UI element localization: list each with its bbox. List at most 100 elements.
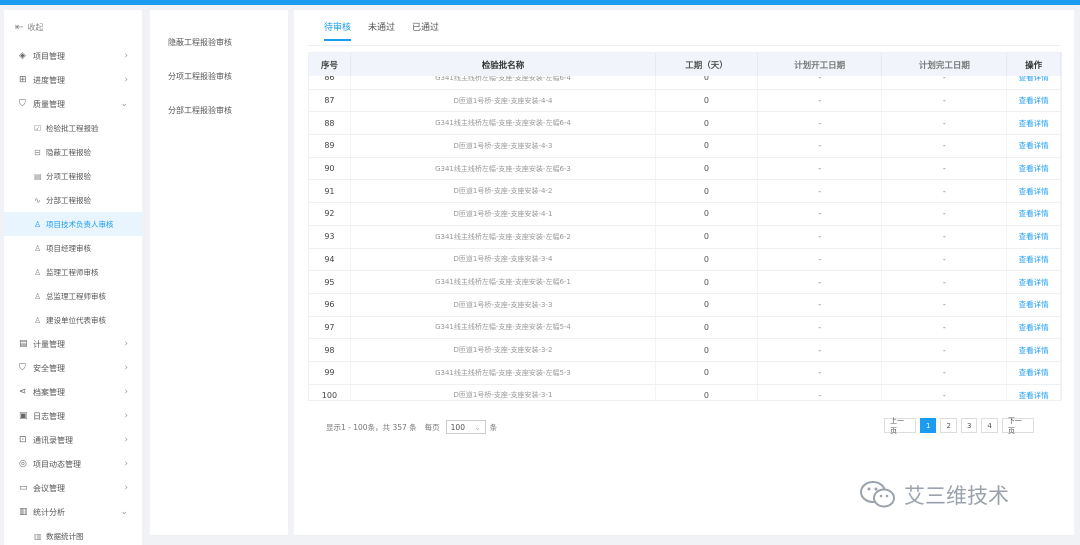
watermark-text: 艾三维技术 [904, 484, 1009, 508]
row-start-date: - [758, 384, 883, 400]
menu-icon: ▥ [19, 507, 28, 517]
view-details-link[interactable]: 查看详情 [1007, 112, 1061, 135]
sidebar-subitem-3[interactable]: ∿ 分部工程报验 [4, 188, 142, 212]
row-start-date: - [758, 89, 883, 112]
view-details-link[interactable]: 查看详情 [1007, 157, 1061, 180]
review-tabs: 待审核 未通过 已通过 [324, 20, 456, 41]
row-days: 0 [656, 316, 758, 339]
view-details-link[interactable]: 查看详情 [1007, 271, 1061, 293]
row-name: D匝道1号桥-支座-支座安装-4-4 [351, 89, 657, 112]
view-details-link[interactable]: 查看详情 [1007, 203, 1061, 225]
menu-icon: ▤ [19, 339, 28, 349]
sidebar-subitem-2[interactable]: ▤ 分项工程报验 [4, 164, 142, 188]
pagination-info: 显示1 - 100条，共 357 条 每页 100 ⌄ 条 [326, 420, 497, 434]
tab-0[interactable]: 待审核 [324, 20, 352, 41]
row-start-date: - [758, 203, 883, 225]
row-end-date: - [882, 271, 1008, 293]
collapse-icon: ⇤ [15, 21, 24, 33]
sidebar-subitem-8[interactable]: ♙ 建设单位代表审核 [4, 308, 142, 332]
row-days: 0 [656, 271, 758, 293]
sidebar-item-after-2[interactable]: ⋖ 档案管理 › [4, 380, 142, 404]
cube-icon: ◈ [19, 51, 26, 61]
view-details-link[interactable]: 查看详情 [1007, 248, 1061, 271]
next-page-button[interactable]: 下一页 [1001, 417, 1034, 435]
table-row: 94 D匝道1号桥-支座-支座安装-3-4 0- - 查看详情 [309, 248, 1061, 272]
sidebar-subitem-1[interactable]: ⊟ 隐蔽工程报验 [4, 140, 142, 164]
row-name: D匝道1号桥-支座-支座安装-3-3 [351, 293, 657, 316]
sidebar-item-after-3[interactable]: ▣ 日志管理 › [4, 404, 142, 428]
row-end-date: - [882, 112, 1008, 135]
row-name: D匝道1号桥-支座-支座安装-4-3 [351, 135, 657, 157]
subitem-icon: ▤ [34, 171, 42, 181]
sub-navigation-panel: 隐蔽工程报验审核 分项工程报验审核 分部工程报验审核 [150, 10, 288, 535]
subnav-item-0[interactable]: 隐蔽工程报验审核 [150, 25, 288, 59]
subitem-icon: ♙ [34, 219, 42, 229]
sidebar-item-1[interactable]: ⊞ 进度管理 › [4, 68, 142, 92]
sidebar-item-after-0[interactable]: ▤ 计量管理 › [4, 332, 142, 356]
menu-icon: ⛉ [19, 363, 26, 373]
row-days: 0 [656, 112, 758, 135]
sidebar-item-label: 项目管理 [33, 51, 65, 61]
page-button[interactable]: 4 [981, 418, 998, 433]
table-header: 序号 检验批名称 工期（天） 计划开工日期 计划完工日期 操作 [309, 53, 1061, 76]
per-page-label: 每页 [424, 422, 440, 432]
tab-1[interactable]: 未通过 [368, 20, 395, 41]
view-details-link[interactable]: 查看详情 [1007, 293, 1061, 316]
sidebar-item-after-7[interactable]: ▥ 统计分析 ⌄ [4, 500, 142, 524]
sidebar-item-label: 档案管理 [33, 387, 65, 397]
menu-icon: ▭ [19, 483, 28, 493]
sidebar-subitem-0[interactable]: ☑ 检验批工程报验 [4, 116, 142, 140]
page-button[interactable]: 1 [920, 418, 937, 433]
view-details-link[interactable]: 查看详情 [1007, 384, 1061, 400]
subitem-icon: ∿ [34, 195, 41, 205]
sidebar-subitem-5[interactable]: ♙ 项目经理审核 [4, 236, 142, 260]
page-button[interactable]: 2 [940, 418, 957, 433]
subitem-icon: ☑ [34, 123, 42, 133]
sidebar-subitem-label: 分项工程报验 [46, 171, 91, 181]
chevron-icon: ⌄ [120, 99, 128, 109]
table-row: 98 D匝道1号桥-支座-支座安装-3-2 0- - 查看详情 [309, 339, 1061, 362]
sidebar-subitem-7[interactable]: ♙ 总监理工程师审核 [4, 284, 142, 308]
page-size-select[interactable]: 100 ⌄ [445, 420, 486, 434]
row-start-date: - [758, 157, 883, 180]
subnav-item-2[interactable]: 分部工程报验审核 [150, 93, 288, 127]
sidebar-item-after-6[interactable]: ▭ 会议管理 › [4, 476, 142, 500]
row-days: 0 [656, 339, 758, 361]
row-number: 90 [309, 157, 351, 180]
prev-page-button[interactable]: 上一页 [884, 417, 916, 435]
sidebar-item-after-4[interactable]: ⊡ 通讯录管理 › [4, 428, 142, 452]
sidebar-item-label: 日志管理 [33, 411, 65, 421]
view-details-link[interactable]: 查看详情 [1007, 361, 1061, 384]
page-button[interactable]: 3 [960, 418, 978, 433]
sidebar-item-after-5[interactable]: ◎ 项目动态管理 › [4, 452, 142, 476]
sidebar-subitem-label: 检验批工程报验 [46, 123, 99, 133]
sidebar-subitem-6[interactable]: ♙ 监理工程师审核 [4, 260, 142, 284]
view-details-link[interactable]: 查看详情 [1007, 339, 1061, 361]
sidebar-item-0[interactable]: ◈ 项目管理 › [4, 44, 142, 68]
row-days: 0 [656, 89, 758, 112]
view-details-link[interactable]: 查看详情 [1007, 225, 1061, 248]
collapse-button[interactable]: ⇤ 收起 [4, 10, 142, 44]
view-details-link[interactable]: 查看详情 [1007, 89, 1061, 112]
row-end-date: - [882, 135, 1008, 157]
subnav-item-1[interactable]: 分项工程报验审核 [150, 59, 288, 93]
chevron-icon: ⌄ [120, 507, 128, 517]
table-row: 89 D匝道1号桥-支座-支座安装-4-3 0- - 查看详情 [309, 135, 1061, 158]
sidebar-item-after-1[interactable]: ⛉ 安全管理 › [4, 356, 142, 380]
row-start-date: - [758, 225, 883, 248]
sidebar-subitem-label: 监理工程师审核 [46, 267, 99, 277]
view-details-link[interactable]: 查看详情 [1007, 316, 1061, 339]
row-number: 87 [309, 89, 351, 112]
table-row: 90 G341线主线桥左幅-支座-支座安装-左幅6-3 0- - 查看详情 [309, 157, 1061, 181]
chevron-icon: › [124, 387, 128, 397]
collapse-label: 收起 [27, 22, 44, 32]
sidebar-item-2[interactable]: ⛉ 质量管理 ⌄ [4, 92, 142, 116]
sidebar-subitem-4[interactable]: ♙ 项目技术负责人审核 [4, 212, 142, 236]
sidebar-subitem-label: 建设单位代表审核 [46, 315, 106, 325]
sidebar-subitem-stats-chart[interactable]: ▥ 数据统计图 [4, 524, 142, 545]
row-start-date: - [758, 316, 883, 339]
view-details-link[interactable]: 查看详情 [1007, 135, 1061, 157]
tab-2[interactable]: 已通过 [412, 20, 439, 41]
row-days: 0 [656, 361, 758, 384]
view-details-link[interactable]: 查看详情 [1007, 180, 1061, 203]
